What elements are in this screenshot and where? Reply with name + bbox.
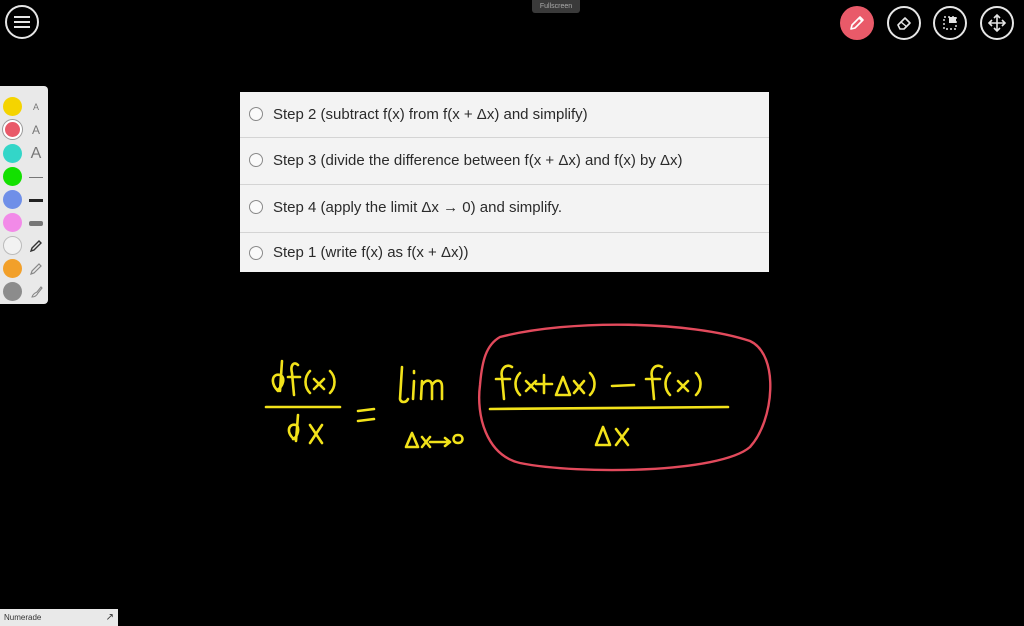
color-swatch-green[interactable] xyxy=(3,167,22,186)
text-size-small[interactable]: A xyxy=(26,97,46,117)
select-tool-button[interactable] xyxy=(933,6,967,40)
eraser-icon xyxy=(897,17,911,30)
color-swatch-teal[interactable] xyxy=(3,144,22,163)
move-icon xyxy=(987,13,1007,33)
brand-bar[interactable]: Numerade ↗ xyxy=(0,609,118,626)
handwritten-derivative-definition xyxy=(264,323,772,472)
text-size-medium[interactable]: A xyxy=(26,120,46,140)
fullscreen-tab[interactable]: Fullscreen xyxy=(532,0,580,13)
menu-button[interactable] xyxy=(5,5,39,39)
color-swatch-white[interactable] xyxy=(3,236,22,255)
stroke-thin[interactable] xyxy=(26,167,46,187)
color-swatch-pink[interactable] xyxy=(3,213,22,232)
color-swatch-red[interactable] xyxy=(3,120,22,139)
brush-icon[interactable] xyxy=(26,282,46,302)
stroke-thick[interactable] xyxy=(26,213,46,233)
pencil-tool-button[interactable] xyxy=(840,6,874,40)
option-label: Step 1 (write f(x) as f(x + Δx)) xyxy=(273,244,469,261)
option-step-2[interactable]: Step 2 (subtract f(x) from f(x + Δx) and… xyxy=(240,92,769,136)
option-step-4[interactable]: Step 4 (apply the limit Δx → 0) and simp… xyxy=(240,185,769,229)
color-swatch-gray[interactable] xyxy=(3,282,22,301)
option-label: Step 3 (divide the difference between f(… xyxy=(273,151,683,169)
stroke-medium[interactable] xyxy=(26,190,46,210)
radio-button[interactable] xyxy=(249,153,263,167)
radio-button[interactable] xyxy=(249,200,263,214)
eraser-tool-button[interactable] xyxy=(887,6,921,40)
radio-button[interactable] xyxy=(249,245,263,260)
color-swatch-yellow[interactable] xyxy=(3,97,22,116)
circle-annotation xyxy=(478,323,772,472)
color-swatch-blue[interactable] xyxy=(3,190,22,209)
option-label: Step 2 (subtract f(x) from f(x + Δx) and… xyxy=(273,105,588,123)
pen-icon[interactable] xyxy=(26,236,46,256)
brand-name: Numerade xyxy=(4,613,42,622)
color-palette: A A A xyxy=(0,86,48,304)
option-step-3[interactable]: Step 3 (divide the difference between f(… xyxy=(240,138,769,182)
option-label: Step 4 (apply the limit Δx → 0) and simp… xyxy=(273,198,563,216)
text-size-large[interactable]: A xyxy=(26,144,46,164)
move-tool-button[interactable] xyxy=(980,6,1014,40)
radio-button[interactable] xyxy=(249,107,263,121)
question-card: Step 2 (subtract f(x) from f(x + Δx) and… xyxy=(240,92,769,272)
select-icon xyxy=(943,16,957,30)
hamburger-icon xyxy=(14,16,30,28)
option-step-1[interactable]: Step 1 (write f(x) as f(x + Δx)) xyxy=(240,233,769,272)
highlighter-icon[interactable] xyxy=(26,259,46,279)
color-swatch-orange[interactable] xyxy=(3,259,22,278)
expand-icon[interactable]: ↗ xyxy=(106,609,114,626)
pencil-icon xyxy=(850,16,864,30)
